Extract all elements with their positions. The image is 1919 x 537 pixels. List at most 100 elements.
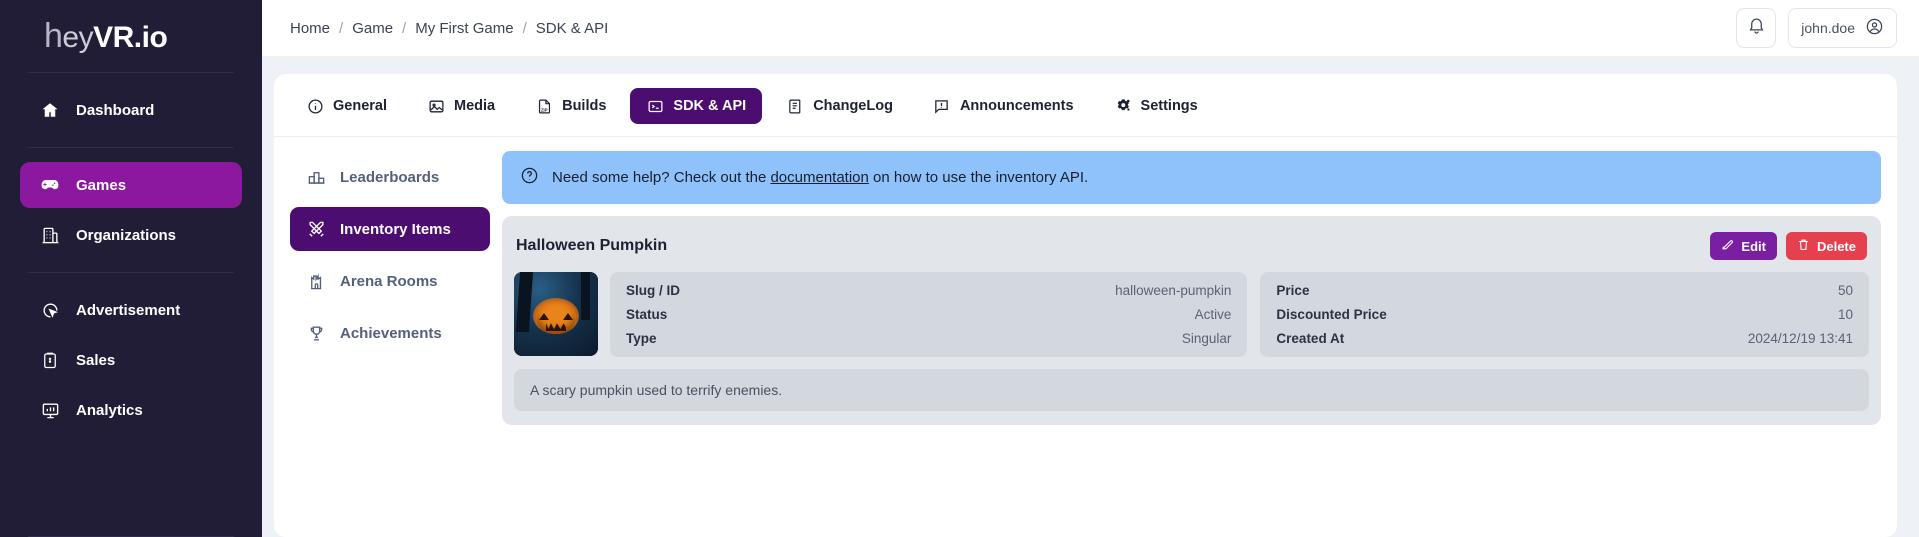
field-row: Created At 2024/12/19 13:41 (1276, 331, 1853, 346)
sidebar-item-advertisement[interactable]: Advertisement (20, 287, 242, 333)
user-name-label: john.doe (1801, 20, 1855, 36)
subnav-label-leaderboards: Leaderboards (340, 168, 440, 186)
subnav-item-achievements[interactable]: Achievements (290, 311, 490, 355)
sidebar-label-dashboard: Dashboard (76, 101, 155, 119)
field-label-status: Status (626, 307, 668, 322)
sidebar: h ey VR.io Dashboard Games Organizations… (0, 0, 262, 537)
sub-navigation: Leaderboards Inventory Items Arena Rooms… (290, 151, 490, 537)
field-row: Type Singular (626, 331, 1231, 346)
tab-builds[interactable]: ZIP Builds (519, 88, 622, 124)
edit-button-label: Edit (1741, 238, 1766, 254)
field-value-price: 50 (1837, 283, 1853, 298)
main-card: General Media ZIP Builds SDK & API Chang… (274, 74, 1897, 537)
terminal-icon (646, 97, 664, 115)
field-label-discounted-price: Discounted Price (1276, 307, 1387, 322)
user-circle-icon (1865, 17, 1884, 39)
tab-label-announcements: Announcements (959, 98, 1074, 114)
sidebar-label-analytics: Analytics (76, 401, 143, 419)
logo-vr: VR.io (93, 20, 168, 54)
tab-announcements[interactable]: Announcements (917, 88, 1090, 124)
main-area: Home / Game / My First Game / SDK & API … (262, 0, 1919, 537)
home-icon (40, 100, 60, 120)
breadcrumb-separator: / (339, 19, 344, 37)
sales-clipboard-icon (40, 350, 60, 370)
help-banner-text: Need some help? Check out the documentat… (552, 169, 1088, 186)
sidebar-group-1: Dashboard (0, 73, 262, 147)
analytics-board-icon (40, 400, 60, 420)
podium-icon (306, 167, 326, 187)
sidebar-group-2: Games Organizations (0, 148, 262, 272)
building-icon (40, 225, 60, 245)
breadcrumb-item-my-first-game[interactable]: My First Game (415, 20, 513, 37)
pencil-square-icon (1721, 238, 1734, 254)
inventory-item-thumbnail (514, 272, 598, 356)
subnav-item-inventory-items[interactable]: Inventory Items (290, 207, 490, 251)
inventory-item-description: A scary pumpkin used to terrify enemies. (514, 369, 1869, 411)
tab-sdk-api[interactable]: SDK & API (630, 88, 763, 124)
sidebar-item-sales[interactable]: Sales (20, 337, 242, 383)
breadcrumb-separator: / (522, 19, 527, 37)
field-group-primary: Slug / ID halloween-pumpkin Status Activ… (610, 272, 1248, 357)
tab-changelog[interactable]: ChangeLog (770, 88, 909, 124)
edit-button[interactable]: Edit (1710, 232, 1777, 260)
tab-label-builds: Builds (562, 98, 607, 114)
sidebar-item-dashboard[interactable]: Dashboard (20, 87, 242, 133)
tab-media[interactable]: Media (411, 88, 511, 124)
sidebar-label-games: Games (76, 176, 127, 194)
gamepad-icon (40, 175, 60, 195)
field-value-type: Singular (1181, 331, 1232, 346)
topbar: Home / Game / My First Game / SDK & API … (262, 0, 1919, 56)
field-row: Discounted Price 10 (1276, 307, 1853, 322)
zip-file-icon: ZIP (535, 97, 553, 115)
content-area: General Media ZIP Builds SDK & API Chang… (262, 56, 1919, 537)
ad-cursor-icon (40, 300, 60, 320)
inventory-item-title: Halloween Pumpkin (516, 237, 668, 254)
subnav-label-inventory-items: Inventory Items (340, 220, 451, 238)
trash-icon (1797, 238, 1810, 254)
breadcrumb-item-home[interactable]: Home (290, 20, 330, 37)
question-circle-icon (520, 166, 539, 189)
help-banner-text-after: on how to use the inventory API. (868, 169, 1089, 186)
user-menu-button[interactable]: john.doe (1788, 8, 1897, 48)
delete-button[interactable]: Delete (1785, 232, 1867, 260)
tab-label-media: Media (454, 98, 496, 114)
sidebar-label-organizations: Organizations (76, 226, 177, 244)
image-icon (427, 97, 445, 115)
tab-general[interactable]: General (290, 88, 403, 124)
inventory-item-card: Halloween Pumpkin Edit Delete Slug / ID … (502, 216, 1881, 425)
breadcrumb-item-sdk-api[interactable]: SDK & API (536, 20, 609, 37)
sidebar-item-organizations[interactable]: Organizations (20, 212, 242, 258)
sidebar-item-games[interactable]: Games (20, 162, 242, 208)
info-circle-icon (306, 97, 324, 115)
tab-label-changelog: ChangeLog (813, 98, 893, 114)
breadcrumb-item-game[interactable]: Game (352, 20, 393, 37)
tab-label-general: General (333, 98, 387, 114)
subnav-item-leaderboards[interactable]: Leaderboards (290, 155, 490, 199)
bell-icon (1747, 16, 1766, 40)
trophy-icon (306, 323, 326, 343)
svg-text:ZIP: ZIP (541, 107, 548, 112)
field-row: Status Active (626, 307, 1231, 322)
field-value-discounted-price: 10 (1837, 307, 1853, 322)
field-row: Price 50 (1276, 283, 1853, 298)
tab-settings[interactable]: Settings (1098, 88, 1214, 124)
brand-logo[interactable]: h ey VR.io (0, 0, 262, 72)
field-value-created-at: 2024/12/19 13:41 (1747, 331, 1853, 346)
documentation-link[interactable]: documentation (770, 169, 868, 186)
subnav-item-arena-rooms[interactable]: Arena Rooms (290, 259, 490, 303)
inventory-item-header: Halloween Pumpkin Edit Delete (514, 228, 1869, 272)
sidebar-item-analytics[interactable]: Analytics (20, 387, 242, 433)
field-label-created-at: Created At (1276, 331, 1345, 346)
breadcrumb-separator: / (402, 19, 407, 37)
field-label-price: Price (1276, 283, 1310, 298)
crossed-swords-icon (306, 219, 326, 239)
field-value-status: Active (1194, 307, 1232, 322)
notifications-button[interactable] (1736, 8, 1777, 48)
card-body: Leaderboards Inventory Items Arena Rooms… (274, 137, 1897, 537)
tab-label-settings: Settings (1140, 98, 1198, 114)
sidebar-group-3: Advertisement Sales Analytics (0, 273, 262, 447)
delete-button-label: Delete (1816, 238, 1856, 254)
tab-bar: General Media ZIP Builds SDK & API Chang… (274, 74, 1897, 137)
scroll-icon (786, 97, 804, 115)
help-banner: Need some help? Check out the documentat… (502, 151, 1881, 204)
